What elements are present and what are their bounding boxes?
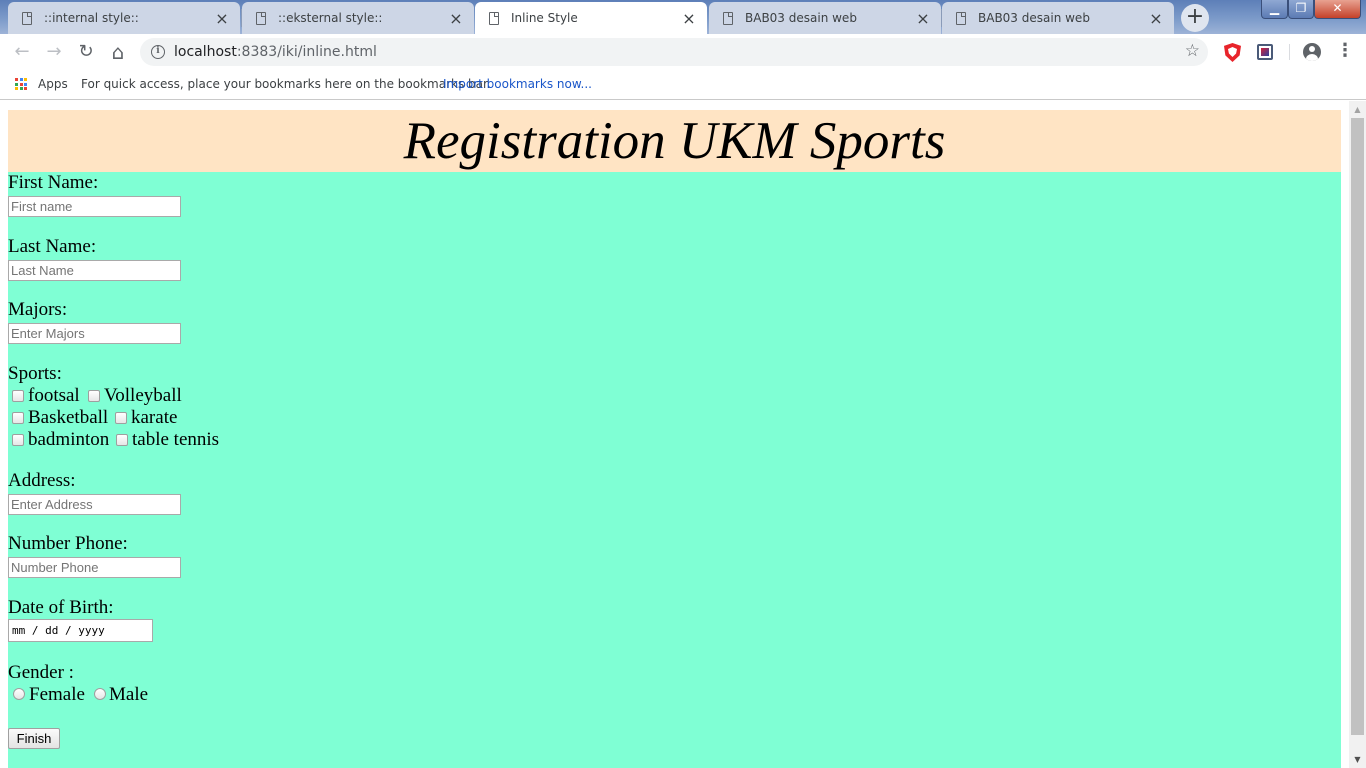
phone-label: Number Phone: xyxy=(8,533,128,554)
address-input[interactable]: Enter Address xyxy=(8,494,181,515)
first-name-label: First Name: xyxy=(8,172,99,193)
tab-title: Inline Style xyxy=(511,11,578,25)
scroll-up-arrow-icon[interactable]: ▲ xyxy=(1349,101,1366,118)
badminton-checkbox[interactable] xyxy=(12,434,24,446)
document-icon xyxy=(22,11,32,25)
close-tab-icon[interactable]: × xyxy=(1148,9,1164,28)
toolbar-divider xyxy=(1289,44,1290,60)
majors-label: Majors: xyxy=(8,299,68,320)
profile-avatar-icon[interactable] xyxy=(1303,43,1321,61)
apps-dot xyxy=(24,82,27,86)
apps-dot xyxy=(19,87,23,90)
dob-label: Date of Birth: xyxy=(8,597,114,618)
scrollbar-thumb[interactable] xyxy=(1351,118,1364,735)
address-bar[interactable]: i localhost:8383/iki/inline.html ☆ xyxy=(140,38,1208,66)
finish-button[interactable]: Finish xyxy=(8,728,60,749)
basketball-checkbox[interactable] xyxy=(12,412,24,424)
volleyball-checkbox[interactable] xyxy=(88,390,100,402)
tab-eksternal-style[interactable]: ::eksternal style:: × xyxy=(242,2,474,34)
close-tab-icon[interactable]: × xyxy=(214,9,230,28)
new-tab-button[interactable]: + xyxy=(1181,4,1209,32)
close-window-button[interactable]: ✕ xyxy=(1314,0,1361,19)
tab-title: ::internal style:: xyxy=(44,11,139,25)
phone-input[interactable]: Number Phone xyxy=(8,557,181,578)
male-label: Male xyxy=(109,684,149,705)
info-icon[interactable]: i xyxy=(151,45,165,59)
browser-toolbar: ← → ↻ ⌂ i localhost:8383/iki/inline.html… xyxy=(0,34,1366,70)
forward-button[interactable]: → xyxy=(40,38,68,66)
tab-bab03-desain-web-2[interactable]: BAB03 desain web × xyxy=(942,2,1174,34)
bookmarks-hint: For quick access, place your bookmarks h… xyxy=(81,77,491,91)
home-button[interactable]: ⌂ xyxy=(104,38,132,66)
scroll-down-arrow-icon[interactable]: ▼ xyxy=(1349,751,1366,768)
shield-extension-icon[interactable] xyxy=(1224,43,1241,62)
apps-dot xyxy=(15,87,18,90)
close-tab-icon[interactable]: × xyxy=(915,9,931,28)
apps-dot xyxy=(15,78,18,81)
footsal-label: footsal xyxy=(28,385,80,406)
tab-inline-style[interactable]: Inline Style × xyxy=(475,2,707,34)
last-name-label: Last Name: xyxy=(8,236,97,257)
page-header: Registration UKM Sports xyxy=(8,110,1341,172)
tab-bab03-desain-web[interactable]: BAB03 desain web × xyxy=(709,2,941,34)
footsal-checkbox[interactable] xyxy=(12,390,24,402)
page-viewport: Registration UKM Sports First Name: Firs… xyxy=(0,101,1349,768)
menu-icon[interactable]: ⋮ xyxy=(1336,40,1354,61)
url-host: localhost xyxy=(174,44,237,60)
table-tennis-label: table tennis xyxy=(132,429,220,450)
close-tab-icon[interactable]: × xyxy=(681,9,697,28)
apps-dot xyxy=(24,78,27,81)
majors-input[interactable]: Enter Majors xyxy=(8,323,181,344)
sports-label: Sports: xyxy=(8,363,62,384)
table-tennis-checkbox[interactable] xyxy=(116,434,128,446)
close-tab-icon[interactable]: × xyxy=(448,9,464,28)
female-radio[interactable] xyxy=(13,688,25,700)
bookmark-star-icon[interactable]: ☆ xyxy=(1185,41,1200,61)
address-label: Address: xyxy=(8,470,76,491)
document-icon xyxy=(723,11,733,25)
apps-shortcut[interactable]: Apps xyxy=(38,77,68,91)
apps-dot xyxy=(15,82,18,86)
tab-title: ::eksternal style:: xyxy=(278,11,383,25)
registration-form: First Name: First name Last Name: Last N… xyxy=(8,172,1341,768)
import-bookmarks-link[interactable]: Import bookmarks now... xyxy=(443,77,592,91)
url-path: :8383/iki/inline.html xyxy=(236,44,377,60)
tab-title: BAB03 desain web xyxy=(745,11,857,25)
dob-input[interactable]: mm / dd / yyyy xyxy=(8,619,153,642)
apps-dot xyxy=(24,87,27,90)
document-icon xyxy=(956,11,966,25)
karate-label: karate xyxy=(131,407,178,428)
bookmarks-bar: Apps For quick access, place your bookma… xyxy=(0,70,1366,100)
url-text[interactable]: localhost:8383/iki/inline.html xyxy=(174,44,377,60)
page-title: Registration UKM Sports xyxy=(403,112,946,170)
last-name-input[interactable]: Last Name xyxy=(8,260,181,281)
reload-button[interactable]: ↻ xyxy=(72,38,100,66)
male-radio[interactable] xyxy=(94,688,106,700)
tab-strip: ::internal style:: × ::eksternal style::… xyxy=(0,0,1366,34)
female-label: Female xyxy=(29,684,85,705)
document-icon xyxy=(489,11,499,25)
back-button[interactable]: ← xyxy=(8,38,36,66)
apps-dot xyxy=(19,82,23,86)
apps-dot xyxy=(19,78,23,81)
tab-title: BAB03 desain web xyxy=(978,11,1090,25)
tab-divider xyxy=(241,9,242,27)
volleyball-label: Volleyball xyxy=(104,385,182,406)
apps-grid-icon[interactable] xyxy=(15,78,27,90)
gender-label: Gender : xyxy=(8,662,74,683)
document-icon xyxy=(256,11,266,25)
minimize-button[interactable]: ▁ xyxy=(1261,0,1288,19)
vertical-scrollbar[interactable]: ▲ ▼ xyxy=(1349,101,1366,768)
karate-checkbox[interactable] xyxy=(115,412,127,424)
first-name-input[interactable]: First name xyxy=(8,196,181,217)
tab-divider xyxy=(941,9,942,27)
badminton-label: badminton xyxy=(28,429,110,450)
tab-internal-style[interactable]: ::internal style:: × xyxy=(8,2,240,34)
basketball-label: Basketball xyxy=(28,407,109,428)
extension-icon[interactable] xyxy=(1257,44,1273,60)
maximize-button[interactable]: ❐ xyxy=(1288,0,1314,19)
